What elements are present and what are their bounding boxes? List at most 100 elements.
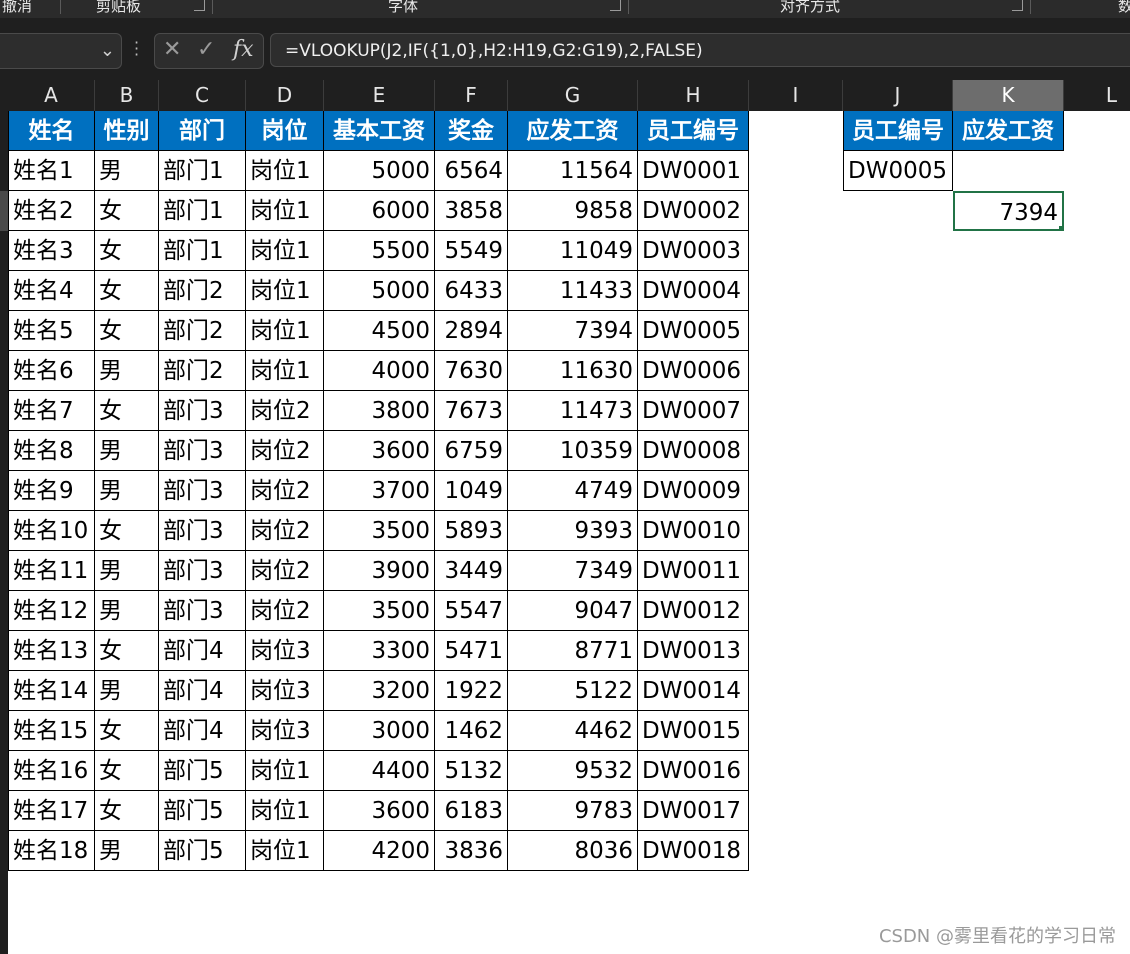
table-cell[interactable]: 岗位2 (246, 511, 324, 551)
column-header-K[interactable]: K (953, 80, 1064, 111)
table-cell[interactable]: 4400 (324, 751, 435, 791)
table-cell[interactable]: 1922 (435, 671, 508, 711)
table-cell[interactable]: 5547 (435, 591, 508, 631)
table-cell[interactable]: 4749 (508, 471, 638, 511)
table-cell[interactable]: 姓名2 (8, 191, 95, 231)
table-cell[interactable]: 男 (95, 351, 159, 391)
column-header-L[interactable]: L (1064, 80, 1130, 111)
table-cell[interactable]: 姓名13 (8, 631, 95, 671)
table-cell[interactable]: 部门5 (159, 791, 246, 831)
table-cell[interactable]: 部门2 (159, 311, 246, 351)
table-cell[interactable]: 岗位1 (246, 791, 324, 831)
table-cell[interactable]: DW0004 (638, 271, 749, 311)
table-cell[interactable]: 部门4 (159, 631, 246, 671)
table-cell[interactable]: 姓名14 (8, 671, 95, 711)
row-header-selected[interactable] (0, 191, 8, 231)
table-cell[interactable]: 岗位2 (246, 591, 324, 631)
table-cell[interactable]: DW0018 (638, 831, 749, 871)
table-header-cell[interactable]: 部门 (159, 111, 246, 151)
table-cell[interactable]: 11564 (508, 151, 638, 191)
table-cell[interactable]: 女 (95, 271, 159, 311)
table-cell[interactable]: 姓名16 (8, 751, 95, 791)
lookup-header-employee-id[interactable]: 员工编号 (843, 111, 953, 151)
table-cell[interactable]: DW0012 (638, 591, 749, 631)
table-cell[interactable]: 姓名1 (8, 151, 95, 191)
table-cell[interactable]: DW0003 (638, 231, 749, 271)
table-cell[interactable]: DW0014 (638, 671, 749, 711)
table-cell[interactable]: 4200 (324, 831, 435, 871)
table-cell[interactable]: 5500 (324, 231, 435, 271)
table-cell[interactable]: 5132 (435, 751, 508, 791)
table-cell[interactable]: 8771 (508, 631, 638, 671)
table-cell[interactable]: 姓名18 (8, 831, 95, 871)
table-cell[interactable]: 男 (95, 431, 159, 471)
table-cell[interactable]: 姓名11 (8, 551, 95, 591)
column-header-B[interactable]: B (95, 80, 159, 111)
table-cell[interactable]: 11049 (508, 231, 638, 271)
table-cell[interactable]: 3900 (324, 551, 435, 591)
table-cell[interactable]: 岗位1 (246, 191, 324, 231)
table-cell[interactable]: 姓名10 (8, 511, 95, 551)
table-cell[interactable]: 岗位1 (246, 271, 324, 311)
table-cell[interactable]: 部门2 (159, 271, 246, 311)
table-cell[interactable]: 8036 (508, 831, 638, 871)
table-cell[interactable]: DW0006 (638, 351, 749, 391)
table-cell[interactable]: 姓名3 (8, 231, 95, 271)
clipboard-dialog-launcher-icon[interactable] (194, 0, 205, 11)
table-cell[interactable]: DW0007 (638, 391, 749, 431)
table-cell[interactable]: DW0009 (638, 471, 749, 511)
table-cell[interactable]: 男 (95, 671, 159, 711)
table-cell[interactable]: 岗位1 (246, 351, 324, 391)
table-cell[interactable]: 6759 (435, 431, 508, 471)
table-cell[interactable]: 部门1 (159, 151, 246, 191)
table-cell[interactable]: 部门3 (159, 511, 246, 551)
table-cell[interactable]: DW0001 (638, 151, 749, 191)
table-cell[interactable]: 岗位3 (246, 711, 324, 751)
table-cell[interactable]: 9393 (508, 511, 638, 551)
table-cell[interactable]: 女 (95, 791, 159, 831)
table-cell[interactable]: 男 (95, 471, 159, 511)
column-header-J[interactable]: J (843, 80, 953, 111)
table-header-cell[interactable]: 性别 (95, 111, 159, 151)
table-cell[interactable]: 姓名5 (8, 311, 95, 351)
table-cell[interactable]: 女 (95, 231, 159, 271)
table-cell[interactable]: 5549 (435, 231, 508, 271)
table-cell[interactable]: 3000 (324, 711, 435, 751)
table-cell[interactable]: 姓名6 (8, 351, 95, 391)
table-cell[interactable]: 3200 (324, 671, 435, 711)
table-cell[interactable]: 女 (95, 191, 159, 231)
table-cell[interactable]: 部门1 (159, 191, 246, 231)
table-cell[interactable]: 9783 (508, 791, 638, 831)
column-header-C[interactable]: C (159, 80, 246, 111)
table-header-cell[interactable]: 应发工资 (508, 111, 638, 151)
table-cell[interactable]: 3300 (324, 631, 435, 671)
formula-input[interactable]: =VLOOKUP(J2,IF({1,0},H2:H19,G2:G19),2,FA… (270, 33, 1130, 67)
table-cell[interactable]: 部门5 (159, 751, 246, 791)
table-cell[interactable]: DW0002 (638, 191, 749, 231)
name-box[interactable]: ⌄ (0, 33, 122, 69)
table-cell[interactable]: 姓名4 (8, 271, 95, 311)
table-cell[interactable]: 部门4 (159, 711, 246, 751)
table-cell[interactable]: 1462 (435, 711, 508, 751)
table-cell[interactable]: 7630 (435, 351, 508, 391)
alignment-dialog-launcher-icon[interactable] (1012, 0, 1023, 11)
table-cell[interactable]: 3500 (324, 511, 435, 551)
table-header-cell[interactable]: 基本工资 (324, 111, 435, 151)
table-cell[interactable]: 4462 (508, 711, 638, 751)
enter-icon[interactable]: ✓ (197, 37, 215, 62)
table-cell[interactable]: 4000 (324, 351, 435, 391)
table-cell[interactable]: 10359 (508, 431, 638, 471)
table-cell[interactable]: DW0013 (638, 631, 749, 671)
more-options-icon[interactable]: · · · (134, 35, 139, 63)
table-cell[interactable]: 姓名9 (8, 471, 95, 511)
table-cell[interactable]: 5000 (324, 271, 435, 311)
table-cell[interactable]: 5000 (324, 151, 435, 191)
table-cell[interactable]: 3449 (435, 551, 508, 591)
table-cell[interactable]: 1049 (435, 471, 508, 511)
table-cell[interactable]: 岗位1 (246, 831, 324, 871)
table-cell[interactable]: DW0011 (638, 551, 749, 591)
table-cell[interactable]: 岗位1 (246, 311, 324, 351)
table-cell[interactable]: 岗位1 (246, 151, 324, 191)
table-cell[interactable]: 5122 (508, 671, 638, 711)
table-cell[interactable]: 4500 (324, 311, 435, 351)
